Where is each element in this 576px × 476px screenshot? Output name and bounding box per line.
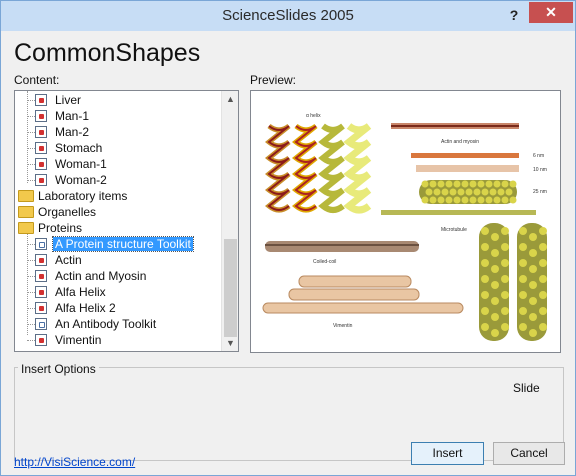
preview-label: Preview: xyxy=(250,73,297,87)
actin-myosin-caption: Actin and myosin xyxy=(441,139,479,145)
nm10-caption: 10 nm xyxy=(533,167,547,173)
tree-item-label: Man-1 xyxy=(55,109,90,123)
window-title: ScienceSlides 2005 xyxy=(222,7,354,24)
content-label: Content: xyxy=(14,73,60,87)
vimentin-graphic xyxy=(262,275,464,314)
document-icon xyxy=(35,142,47,154)
tree-scrollbar[interactable]: ▲ ▼ xyxy=(221,91,238,351)
tree-item-label: Alfa Helix xyxy=(55,285,106,299)
microtubule-caption: Microtubule xyxy=(441,227,467,233)
tree-item-label: Laboratory items xyxy=(38,189,128,203)
document-icon xyxy=(35,286,47,298)
page-title: CommonShapes xyxy=(14,39,201,67)
nm25-caption: 25 nm xyxy=(533,189,547,195)
tree-item-label: Organelles xyxy=(38,205,97,219)
tree-item-label: Actin and Myosin xyxy=(55,269,147,283)
tree-item[interactable]: Actin xyxy=(27,252,220,268)
microtubule-vertical-graphic xyxy=(479,223,547,341)
cancel-button[interactable]: Cancel xyxy=(493,442,565,465)
tree-item[interactable]: An Antibody Toolkit xyxy=(27,316,220,332)
document-icon xyxy=(35,302,47,314)
scroll-up-arrow-icon[interactable]: ▲ xyxy=(222,91,238,107)
help-button[interactable]: ? xyxy=(504,6,524,24)
tree-item[interactable]: Woman-1 xyxy=(27,156,220,172)
tree-item-label: Vimentin xyxy=(55,333,102,347)
insert-options-label: Insert Options xyxy=(18,362,99,376)
document-icon xyxy=(35,126,47,138)
alpha-helix-graphic xyxy=(264,123,372,214)
tree-item[interactable]: Man-1 xyxy=(27,108,220,124)
coiled-coil-caption: Coiled-coil xyxy=(313,259,336,265)
title-bar: ScienceSlides 2005 ? ✕ xyxy=(1,1,575,31)
document-icon xyxy=(35,254,47,266)
scroll-down-arrow-icon[interactable]: ▼ xyxy=(222,335,238,351)
tree-item-label: Proteins xyxy=(38,221,83,235)
document-icon xyxy=(35,318,47,330)
tree-item-label: A Protein structure Toolkit xyxy=(52,236,194,252)
tree-item-label: Actin xyxy=(55,253,82,267)
document-icon xyxy=(35,238,47,250)
scroll-thumb[interactable] xyxy=(224,239,237,337)
tree-item[interactable]: Vimentin xyxy=(27,332,220,348)
website-link[interactable]: http://VisiScience.com/ xyxy=(14,455,135,469)
preview-pane: α helix Actin and myosin 6 nm 10 nm 25 n… xyxy=(250,90,561,353)
document-icon xyxy=(35,94,47,106)
helix-caption: α helix xyxy=(306,113,321,119)
document-icon xyxy=(35,158,47,170)
vimentin-caption: Vimentin xyxy=(333,323,353,329)
tree-item[interactable]: Stomach xyxy=(27,140,220,156)
tree-folder[interactable]: Organelles xyxy=(18,204,220,220)
tree-item[interactable]: Woman-2 xyxy=(27,172,220,188)
folder-icon xyxy=(18,190,34,202)
preview-image: α helix Actin and myosin 6 nm 10 nm 25 n… xyxy=(262,113,547,341)
tree-item-label: Liver xyxy=(55,93,82,107)
tree-item[interactable]: Man-2 xyxy=(27,124,220,140)
tree-item[interactable]: Actin and Myosin xyxy=(27,268,220,284)
insert-option-value[interactable]: Slide xyxy=(513,381,540,395)
microtubule-horizontal-graphic xyxy=(419,180,517,204)
document-icon xyxy=(35,174,47,186)
tree-item[interactable]: Alfa Helix xyxy=(27,284,220,300)
document-icon xyxy=(35,270,47,282)
document-icon xyxy=(35,110,47,122)
tree-item-label: Woman-2 xyxy=(55,173,107,187)
tree-item-label: Woman-1 xyxy=(55,157,107,171)
tree-item-label: An Antibody Toolkit xyxy=(55,317,157,331)
dialog-window: ScienceSlides 2005 ? ✕ CommonShapes Cont… xyxy=(0,0,576,476)
tree-item[interactable]: A Protein structure Toolkit xyxy=(27,236,220,252)
tree-folder[interactable]: Proteins xyxy=(18,220,220,236)
close-button[interactable]: ✕ xyxy=(529,2,573,23)
insert-button[interactable]: Insert xyxy=(411,442,484,465)
folder-icon xyxy=(18,206,34,218)
tree-item-label: Alfa Helix 2 xyxy=(55,301,116,315)
tree-item-label: Stomach xyxy=(55,141,103,155)
tree-item[interactable]: Liver xyxy=(27,92,220,108)
tree-item-label: Man-2 xyxy=(55,125,90,139)
content-tree[interactable]: Liver Man-1 Man-2 Stomach Woman-1 Woman-2 Labo… xyxy=(14,90,239,352)
tree-folder[interactable]: Laboratory items xyxy=(18,188,220,204)
tree-item[interactable]: Alfa Helix 2 xyxy=(27,300,220,316)
document-icon xyxy=(35,334,47,346)
folder-icon xyxy=(18,222,34,234)
nm6-caption: 6 nm xyxy=(533,153,544,159)
